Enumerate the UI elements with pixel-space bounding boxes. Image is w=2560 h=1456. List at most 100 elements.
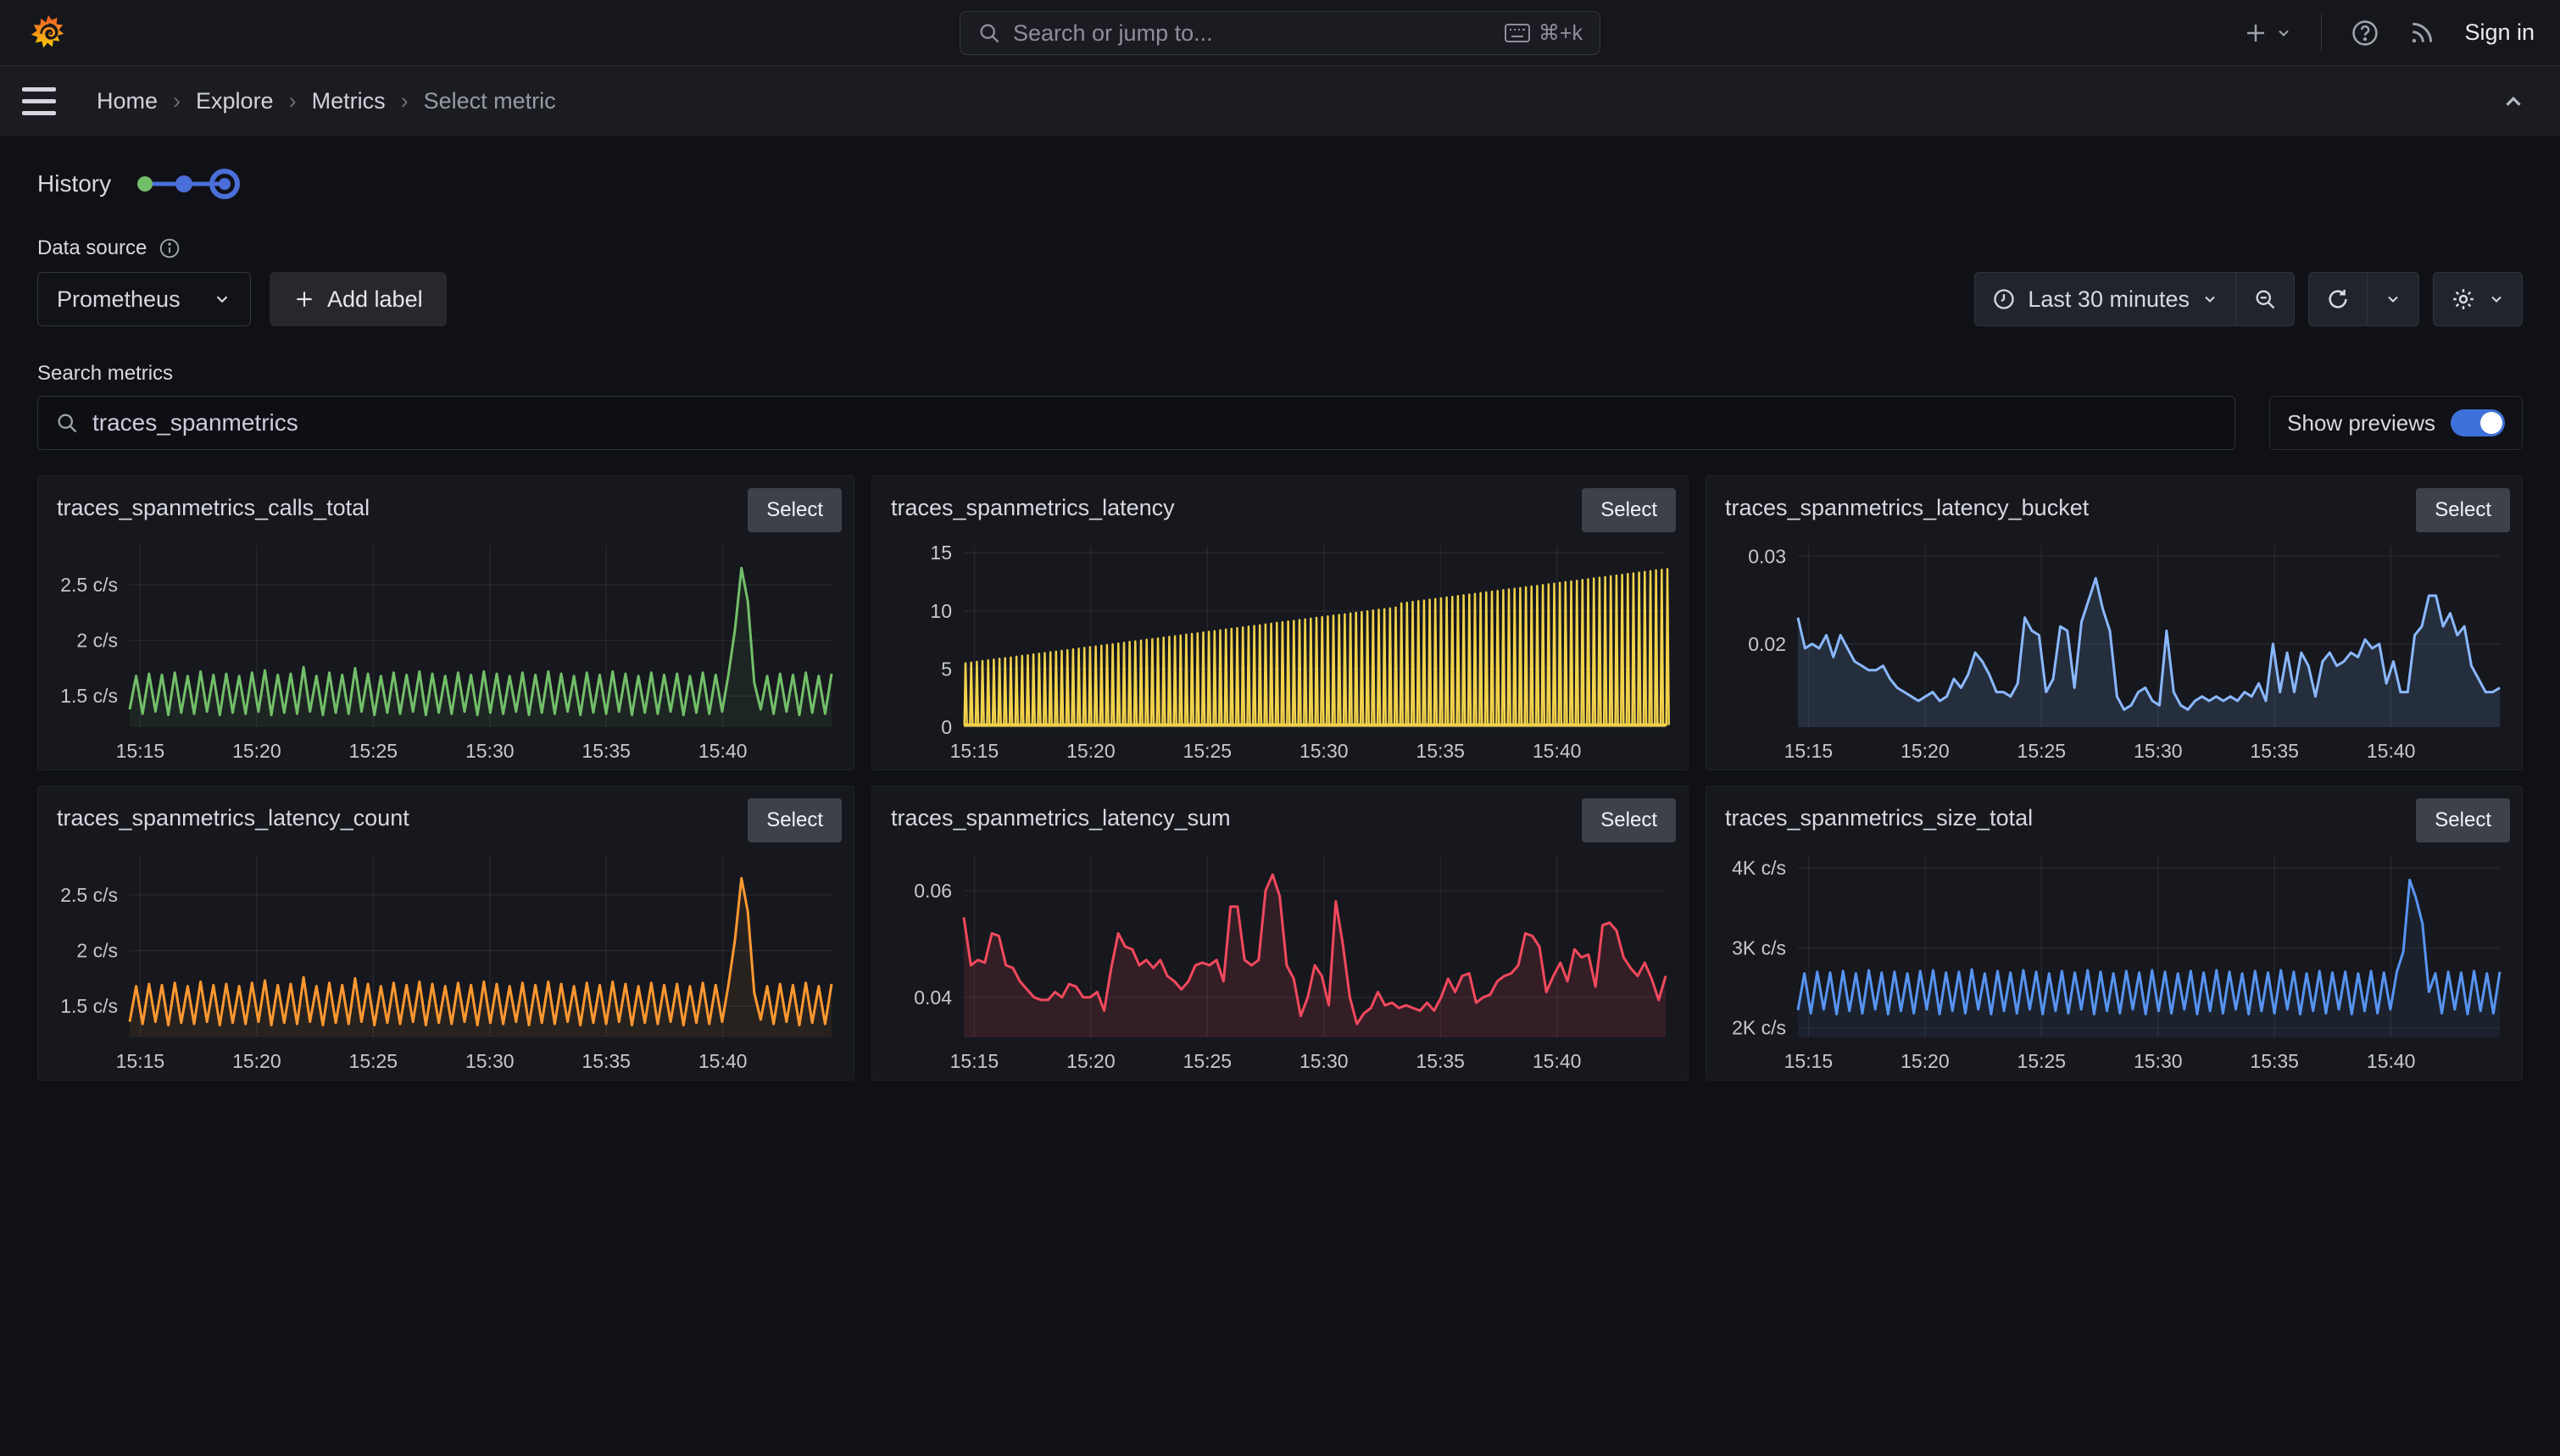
datasource-picker[interactable]: Prometheus [37,272,251,326]
search-icon [977,21,1001,45]
svg-text:15:20: 15:20 [232,1050,281,1072]
select-metric-button[interactable]: Select [748,488,842,532]
metric-panel: traces_spanmetrics_calls_total Select 15… [37,475,854,770]
svg-text:15:30: 15:30 [1299,740,1349,762]
new-menu-button[interactable] [2243,20,2292,46]
time-range-value: Last 30 minutes [2028,286,2190,313]
history-step-mid [175,175,192,192]
select-metric-button[interactable]: Select [2416,488,2510,532]
refresh-button[interactable] [2308,272,2368,326]
panel-title: traces_spanmetrics_latency_bucket [1725,495,2089,521]
panel-title: traces_spanmetrics_latency_count [57,805,409,831]
svg-text:3K c/s: 3K c/s [1732,936,1786,959]
svg-text:15:25: 15:25 [1183,740,1233,762]
grafana-logo-icon[interactable] [29,14,68,53]
timeseries-chart: 15:1515:2015:2515:3015:3515:400.030.02 [1711,536,2513,764]
svg-text:15:15: 15:15 [1784,1050,1834,1072]
svg-text:15:40: 15:40 [2367,1050,2416,1072]
datasource-value: Prometheus [57,286,181,313]
svg-text:15:20: 15:20 [232,740,281,762]
svg-text:15:25: 15:25 [1183,1050,1233,1072]
metric-panel: traces_spanmetrics_latency_sum Select 15… [871,786,1689,1081]
global-search-input[interactable]: Search or jump to... ⌘+k [960,11,1600,55]
breadcrumb-bar: Home › Explore › Metrics › Select metric [0,65,2560,136]
svg-text:0.06: 0.06 [914,880,952,902]
svg-text:15:15: 15:15 [950,740,999,762]
info-icon[interactable] [159,237,181,259]
collapse-header-button[interactable] [2501,89,2526,114]
svg-text:15:25: 15:25 [2017,740,2067,762]
news-button[interactable] [2408,19,2435,47]
svg-text:0.03: 0.03 [1748,545,1786,567]
zoom-out-time-button[interactable] [2235,272,2295,326]
svg-text:15:15: 15:15 [116,1050,165,1072]
metric-search-input[interactable] [92,409,2218,436]
svg-text:15:20: 15:20 [1066,740,1116,762]
svg-text:15:40: 15:40 [1533,1050,1582,1072]
svg-text:15:25: 15:25 [349,1050,398,1072]
svg-text:15:40: 15:40 [698,1050,748,1072]
settings-button[interactable] [2433,272,2523,326]
help-button[interactable] [2351,19,2379,47]
add-label-button[interactable]: Add label [270,272,447,326]
timeseries-chart: 15:1515:2015:2515:3015:3515:402.5 c/s2 c… [43,536,845,764]
svg-text:15:35: 15:35 [1416,1050,1465,1072]
history-timeline[interactable] [133,165,250,203]
svg-text:4K c/s: 4K c/s [1732,857,1786,879]
svg-text:5: 5 [941,658,952,680]
svg-text:15:25: 15:25 [349,740,398,762]
svg-text:2 c/s: 2 c/s [76,630,118,652]
show-previews-toggle[interactable] [2451,409,2505,436]
history-step-start [137,176,153,192]
clock-icon [1992,287,2016,311]
show-previews-label: Show previews [2287,410,2435,436]
panel-title: traces_spanmetrics_latency [891,495,1175,521]
svg-text:15:20: 15:20 [1066,1050,1116,1072]
history-row: History [37,165,2523,203]
breadcrumb: Home › Explore › Metrics › Select metric [97,88,556,114]
timeseries-chart: 15:1515:2015:2515:3015:3515:40151050 [877,536,1679,764]
breadcrumb-metrics[interactable]: Metrics [312,88,386,114]
select-metric-button[interactable]: Select [748,798,842,842]
chevron-down-icon [213,290,231,308]
select-metric-button[interactable]: Select [2416,798,2510,842]
svg-text:15:40: 15:40 [1533,740,1582,762]
search-shortcut: ⌘+k [1539,20,1583,46]
timeseries-chart: 15:1515:2015:2515:3015:3515:404K c/s3K c… [1711,846,2513,1075]
sign-in-button[interactable]: Sign in [2464,19,2535,46]
svg-text:15:30: 15:30 [465,740,515,762]
metric-panel: traces_spanmetrics_latency_count Select … [37,786,854,1081]
select-metric-button[interactable]: Select [1582,488,1676,532]
svg-text:2 c/s: 2 c/s [76,940,118,962]
metric-panel-grid: traces_spanmetrics_calls_total Select 15… [37,475,2523,1081]
help-icon [2351,19,2379,47]
global-search-placeholder: Search or jump to... [1013,20,1493,47]
gear-icon [2451,286,2476,312]
svg-text:15:20: 15:20 [1901,1050,1950,1072]
select-metric-button[interactable]: Select [1582,798,1676,842]
breadcrumb-explore[interactable]: Explore [196,88,274,114]
svg-text:15:35: 15:35 [582,1050,631,1072]
panel-title: traces_spanmetrics_latency_sum [891,805,1231,831]
timeseries-chart: 15:1515:2015:2515:3015:3515:402.5 c/s2 c… [43,846,845,1075]
svg-text:2.5 c/s: 2.5 c/s [60,574,118,596]
svg-text:1.5 c/s: 1.5 c/s [60,995,118,1017]
svg-text:15:35: 15:35 [2250,740,2299,762]
keyboard-icon [1505,23,1530,43]
svg-text:0.04: 0.04 [914,986,952,1009]
datasource-label: Data source [37,236,147,260]
nav-divider [2321,14,2322,52]
chevron-down-icon [2488,291,2505,308]
metric-search-box [37,396,2235,450]
breadcrumb-home[interactable]: Home [97,88,158,114]
svg-text:2K c/s: 2K c/s [1732,1017,1786,1039]
mega-menu-toggle[interactable] [22,87,76,115]
time-range-picker[interactable]: Last 30 minutes [1974,272,2236,326]
chevron-right-icon: › [289,88,297,114]
rss-icon [2408,19,2435,47]
svg-text:15:35: 15:35 [582,740,631,762]
svg-text:15:15: 15:15 [950,1050,999,1072]
svg-text:15: 15 [930,542,952,564]
refresh-interval-button[interactable] [2367,272,2419,326]
chevron-right-icon: › [173,88,181,114]
